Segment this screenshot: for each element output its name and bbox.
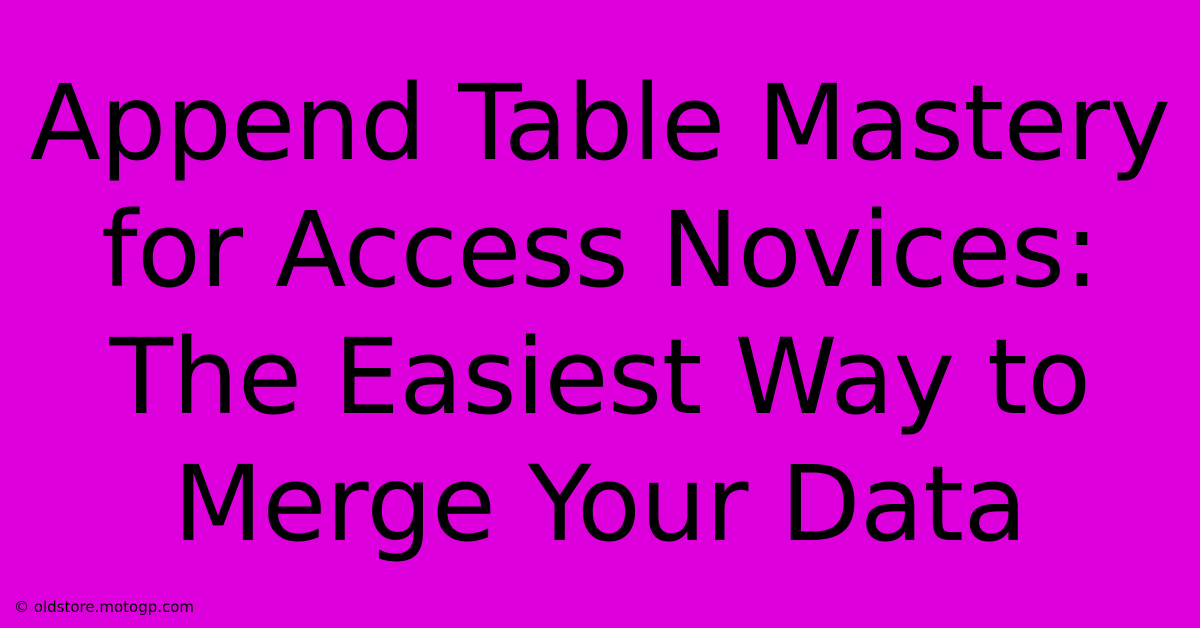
attribution-text: © oldstore.motogp.com xyxy=(14,598,194,616)
title-container: Append Table Mastery for Access Novices:… xyxy=(0,0,1200,628)
page-title: Append Table Mastery for Access Novices:… xyxy=(20,60,1180,568)
